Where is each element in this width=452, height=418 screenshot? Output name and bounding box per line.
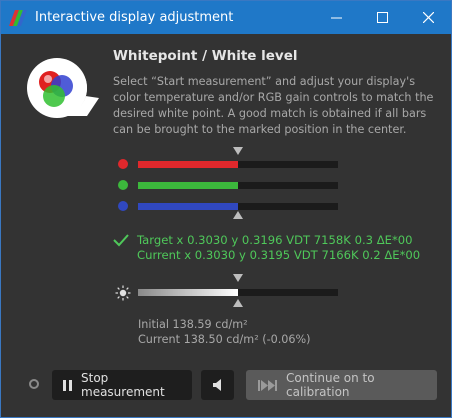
continue-calibration-button[interactable]: Continue on to calibration bbox=[246, 370, 437, 400]
luminance-target-marker-top bbox=[233, 274, 243, 282]
blue-channel-dot bbox=[118, 201, 128, 211]
minimize-icon bbox=[330, 17, 342, 19]
rgb-target-marker-bottom bbox=[233, 211, 243, 219]
window-title: Interactive display adjustment bbox=[35, 10, 234, 25]
check-icon bbox=[113, 234, 129, 247]
green-channel-dot bbox=[118, 180, 128, 190]
stop-measurement-label: Stop measurement bbox=[81, 371, 165, 399]
maximize-icon bbox=[376, 12, 388, 23]
speaker-icon bbox=[212, 379, 221, 391]
stop-measurement-button[interactable]: Stop measurement bbox=[52, 370, 192, 400]
close-button[interactable] bbox=[405, 1, 451, 34]
blue-channel-bar bbox=[138, 203, 338, 210]
target-readout: Target x 0.3030 y 0.3196 VDT 7158K 0.3 Δ… bbox=[137, 233, 413, 247]
close-icon bbox=[422, 12, 434, 23]
current-readout: Current x 0.3030 y 0.3195 VDT 7166K 0.2 … bbox=[137, 248, 421, 262]
pause-icon bbox=[63, 379, 73, 391]
current-luminance: Current 138.50 cd/m² (-0.06%) bbox=[138, 333, 311, 346]
rgb-logo-icon bbox=[17, 46, 101, 130]
luminance-fill bbox=[138, 289, 238, 296]
rgb-target-marker-top bbox=[233, 147, 243, 155]
maximize-button[interactable] bbox=[359, 1, 405, 34]
skip-forward-icon bbox=[258, 379, 278, 391]
initial-luminance: Initial 138.59 cd/m² bbox=[138, 318, 248, 331]
luminance-bar bbox=[138, 289, 338, 296]
green-channel-bar bbox=[138, 182, 338, 189]
red-channel-fill bbox=[138, 161, 238, 168]
app-window: Interactive display adjustment Whitepoin… bbox=[0, 0, 452, 418]
green-channel-fill bbox=[138, 182, 238, 189]
page-heading: Whitepoint / White level bbox=[113, 48, 298, 64]
title-bar[interactable]: Interactive display adjustment bbox=[1, 1, 451, 34]
red-channel-bar bbox=[138, 161, 338, 168]
red-channel-dot bbox=[118, 159, 128, 169]
minimize-button[interactable] bbox=[313, 1, 359, 34]
blue-channel-fill bbox=[138, 203, 238, 210]
status-indicator bbox=[29, 379, 39, 389]
continue-calibration-label: Continue on to calibration bbox=[286, 371, 375, 399]
app-icon bbox=[9, 10, 27, 26]
content-area: Whitepoint / White level Select “Start m… bbox=[1, 34, 451, 417]
instructions-text: Select “Start measurement” and adjust yo… bbox=[113, 75, 434, 136]
luminance-target-marker-bottom bbox=[233, 299, 243, 307]
sound-toggle-button[interactable] bbox=[201, 370, 234, 400]
brightness-icon bbox=[115, 285, 131, 301]
